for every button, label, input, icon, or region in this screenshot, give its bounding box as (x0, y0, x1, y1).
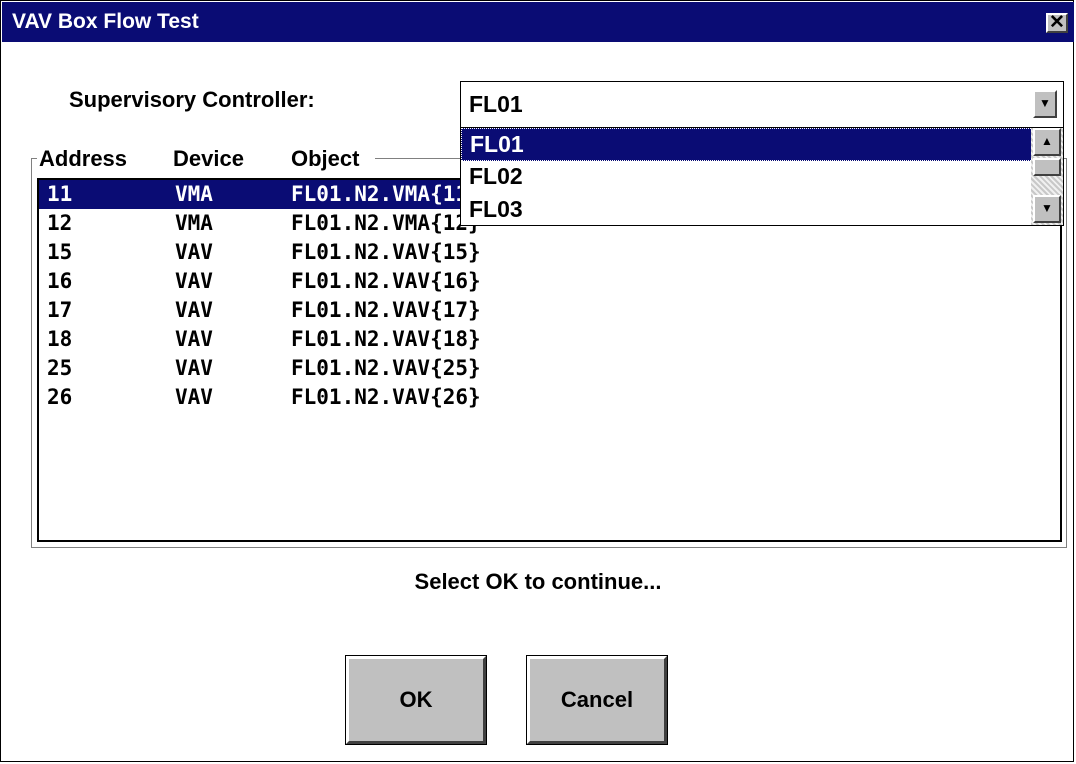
cell-object: FL01.N2.VMA{12} (291, 211, 481, 235)
cell-device: VAV (175, 240, 213, 264)
cell-device: VAV (175, 327, 213, 351)
cell-device: VAV (175, 298, 213, 322)
selected-controller-value: FL01 (469, 91, 523, 117)
table-row[interactable]: 17 VAV FL01.N2.VAV{17} (39, 296, 1060, 325)
table-row[interactable]: 15 VAV FL01.N2.VAV{15} (39, 238, 1060, 267)
column-header-object: Object (291, 146, 360, 171)
cell-object: FL01.N2.VAV{15} (291, 240, 481, 264)
cell-device: VMA (175, 182, 213, 206)
list-column-headers: Address Device Object (37, 146, 375, 172)
cell-object: FL01.N2.VAV{17} (291, 298, 481, 322)
cell-address: 18 (47, 327, 73, 351)
dropdown-option[interactable]: FL02 (461, 161, 1033, 194)
chevron-up-icon: ▲ (1041, 134, 1053, 148)
supervisory-controller-select[interactable]: FL01 ▼ (460, 81, 1064, 128)
column-header-address: Address (39, 146, 128, 171)
supervisory-controller-label: Supervisory Controller: (69, 87, 315, 112)
dropdown-option[interactable]: FL03 (461, 194, 1033, 227)
ok-button[interactable]: OK (345, 655, 487, 745)
cell-object: FL01.N2.VAV{25} (291, 356, 481, 380)
cell-address: 17 (47, 298, 73, 322)
controller-dropdown-list: FL01 FL02 FL03 ▲ ▼ (460, 127, 1064, 226)
scroll-thumb[interactable] (1033, 158, 1061, 176)
cancel-button[interactable]: Cancel (526, 655, 668, 745)
cell-object: FL01.N2.VAV{26} (291, 385, 481, 409)
table-row[interactable]: 18 VAV FL01.N2.VAV{18} (39, 325, 1060, 354)
device-list[interactable]: 11 VMA FL01.N2.VMA{11} 12 VMA FL01.N2.VM… (37, 178, 1062, 542)
cell-object: FL01.N2.VAV{16} (291, 269, 481, 293)
cell-address: 25 (47, 356, 73, 380)
chevron-down-icon: ▼ (1041, 201, 1053, 215)
status-message: Select OK to continue... (414, 569, 662, 594)
table-row[interactable]: 16 VAV FL01.N2.VAV{16} (39, 267, 1060, 296)
cell-address: 16 (47, 269, 73, 293)
table-row[interactable]: 26 VAV FL01.N2.VAV{26} (39, 383, 1060, 412)
table-row[interactable]: 25 VAV FL01.N2.VAV{25} (39, 354, 1060, 383)
dropdown-option[interactable]: FL01 (461, 128, 1033, 161)
title-bar: VAV Box Flow Test ✕ (2, 2, 1074, 42)
cell-device: VAV (175, 269, 213, 293)
cell-address: 15 (47, 240, 73, 264)
dropdown-arrow-button[interactable]: ▼ (1033, 90, 1057, 118)
chevron-down-icon: ▼ (1039, 96, 1051, 110)
cell-device: VMA (175, 211, 213, 235)
scroll-down-button[interactable]: ▼ (1033, 195, 1061, 223)
cell-address: 26 (47, 385, 73, 409)
cell-object: FL01.N2.VAV{18} (291, 327, 481, 351)
dropdown-scrollbar[interactable]: ▲ ▼ (1031, 128, 1063, 225)
cell-device: VAV (175, 356, 213, 380)
cell-device: VAV (175, 385, 213, 409)
scroll-up-button[interactable]: ▲ (1033, 128, 1061, 156)
column-header-device: Device (173, 146, 244, 171)
cell-address: 12 (47, 211, 73, 235)
close-icon: ✕ (1049, 12, 1065, 33)
cell-address: 11 (47, 182, 73, 206)
cell-object: FL01.N2.VMA{11} (291, 182, 481, 206)
window-title: VAV Box Flow Test (12, 10, 199, 33)
dialog-window: VAV Box Flow Test ✕ Supervisory Controll… (0, 0, 1074, 762)
close-button[interactable]: ✕ (1046, 13, 1068, 33)
